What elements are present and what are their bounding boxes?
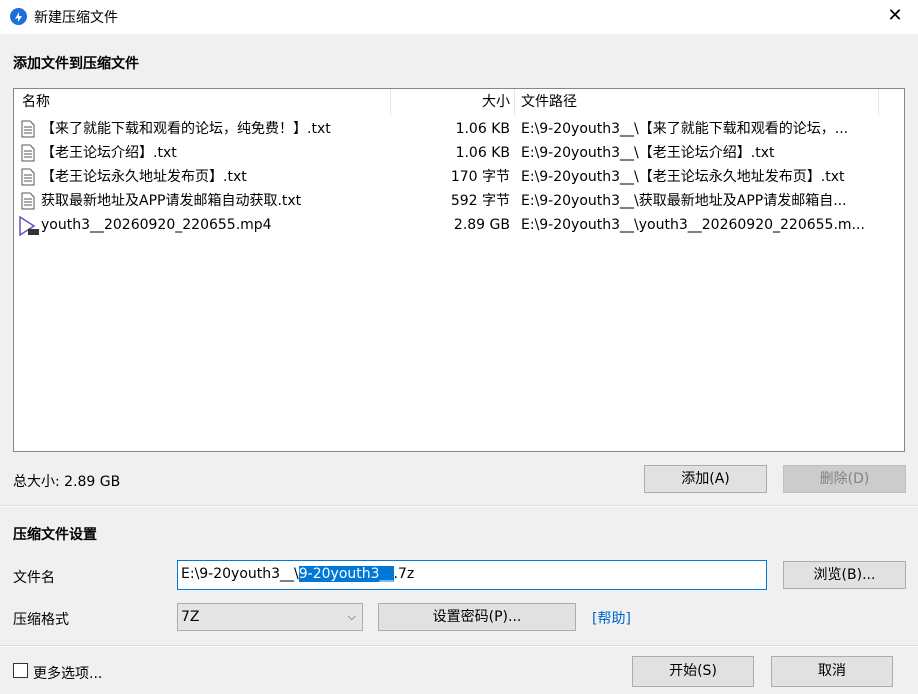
file-name: 【来了就能下载和观看的论坛，纯免费！】.txt	[41, 121, 331, 137]
format-select[interactable]: 7Z ⌵	[177, 603, 363, 631]
file-path: E:\9-20youth3__\【来了就能下载和观看的论坛，...	[521, 121, 849, 137]
cancel-button[interactable]: 取消	[771, 656, 893, 687]
text-file-icon	[21, 120, 35, 142]
format-value: 7Z	[181, 609, 200, 625]
file-size: 2.89 GB	[453, 217, 510, 233]
more-options-label[interactable]: 更多选项...	[33, 663, 102, 683]
window-title: 新建压缩文件	[34, 10, 118, 26]
set-password-button[interactable]: 设置密码(P)...	[378, 603, 576, 631]
table-row[interactable]: 【老王论坛永久地址发布页】.txt 170 字节 E:\9-20youth3__…	[14, 165, 904, 189]
filename-selection: 9-20youth3__	[298, 566, 394, 582]
more-options-checkbox[interactable]	[13, 663, 28, 678]
table-row[interactable]: youth3__20260920_220655.mp4 2.89 GB E:\9…	[14, 213, 904, 237]
filename-input[interactable]: E:\9-20youth3__\9-20youth3__.7z	[177, 560, 767, 590]
text-file-icon	[21, 144, 35, 166]
table-row[interactable]: 【来了就能下载和观看的论坛，纯免费！】.txt 1.06 KB E:\9-20y…	[14, 117, 904, 141]
filename-suffix: .7z	[393, 566, 415, 582]
table-row[interactable]: 获取最新地址及APP请发邮箱自动获取.txt 592 字节 E:\9-20you…	[14, 189, 904, 213]
file-name: 【老王论坛永久地址发布页】.txt	[41, 169, 247, 185]
close-icon[interactable]: ✕	[872, 0, 918, 34]
file-size: 1.06 KB	[455, 145, 510, 161]
divider	[0, 506, 918, 507]
settings-section-title: 压缩文件设置	[13, 527, 97, 543]
table-row[interactable]: 【老王论坛介绍】.txt 1.06 KB E:\9-20youth3__\【老王…	[14, 141, 904, 165]
help-link[interactable]: [帮助]	[592, 608, 631, 628]
file-size: 1.06 KB	[455, 121, 510, 137]
file-name: youth3__20260920_220655.mp4	[41, 217, 272, 233]
total-size-label: 总大小: 2.89 GB	[13, 474, 121, 490]
file-size: 592 字节	[450, 193, 510, 209]
text-file-icon	[21, 192, 35, 214]
text-file-icon	[21, 168, 35, 190]
start-button[interactable]: 开始(S)	[632, 656, 754, 687]
file-path: E:\9-20youth3__\youth3__20260920_220655.…	[521, 217, 865, 233]
title-bar: 新建压缩文件 ✕	[0, 0, 918, 34]
file-path: E:\9-20youth3__\【老王论坛永久地址发布页】.txt	[521, 169, 845, 185]
app-logo-icon	[10, 8, 27, 25]
list-header: 名称 大小 文件路径	[14, 89, 904, 115]
filename-prefix: E:\9-20youth3__\	[181, 566, 299, 582]
format-label: 压缩格式	[13, 612, 69, 628]
filename-label: 文件名	[13, 570, 55, 586]
add-button[interactable]: 添加(A)	[644, 465, 767, 493]
file-name: 【老王论坛介绍】.txt	[41, 145, 177, 161]
column-header-size[interactable]: 大小	[402, 89, 510, 115]
file-size: 170 字节	[450, 169, 510, 185]
file-name: 获取最新地址及APP请发邮箱自动获取.txt	[41, 193, 302, 209]
divider	[0, 646, 918, 647]
video-file-icon	[18, 215, 40, 240]
file-path: E:\9-20youth3__\获取最新地址及APP请发邮箱自...	[521, 193, 847, 209]
column-header-name[interactable]: 名称	[22, 89, 50, 115]
chevron-down-icon: ⌵	[347, 610, 356, 623]
file-path: E:\9-20youth3__\【老王论坛介绍】.txt	[521, 145, 775, 161]
column-header-path[interactable]: 文件路径	[521, 89, 577, 115]
file-list[interactable]: 名称 大小 文件路径 【来了就能下载和观看的论坛，纯免费！】.txt 1.06 …	[13, 88, 905, 452]
delete-button[interactable]: 删除(D)	[783, 465, 906, 493]
browse-button[interactable]: 浏览(B)...	[783, 561, 906, 589]
files-section-title: 添加文件到压缩文件	[13, 56, 139, 72]
